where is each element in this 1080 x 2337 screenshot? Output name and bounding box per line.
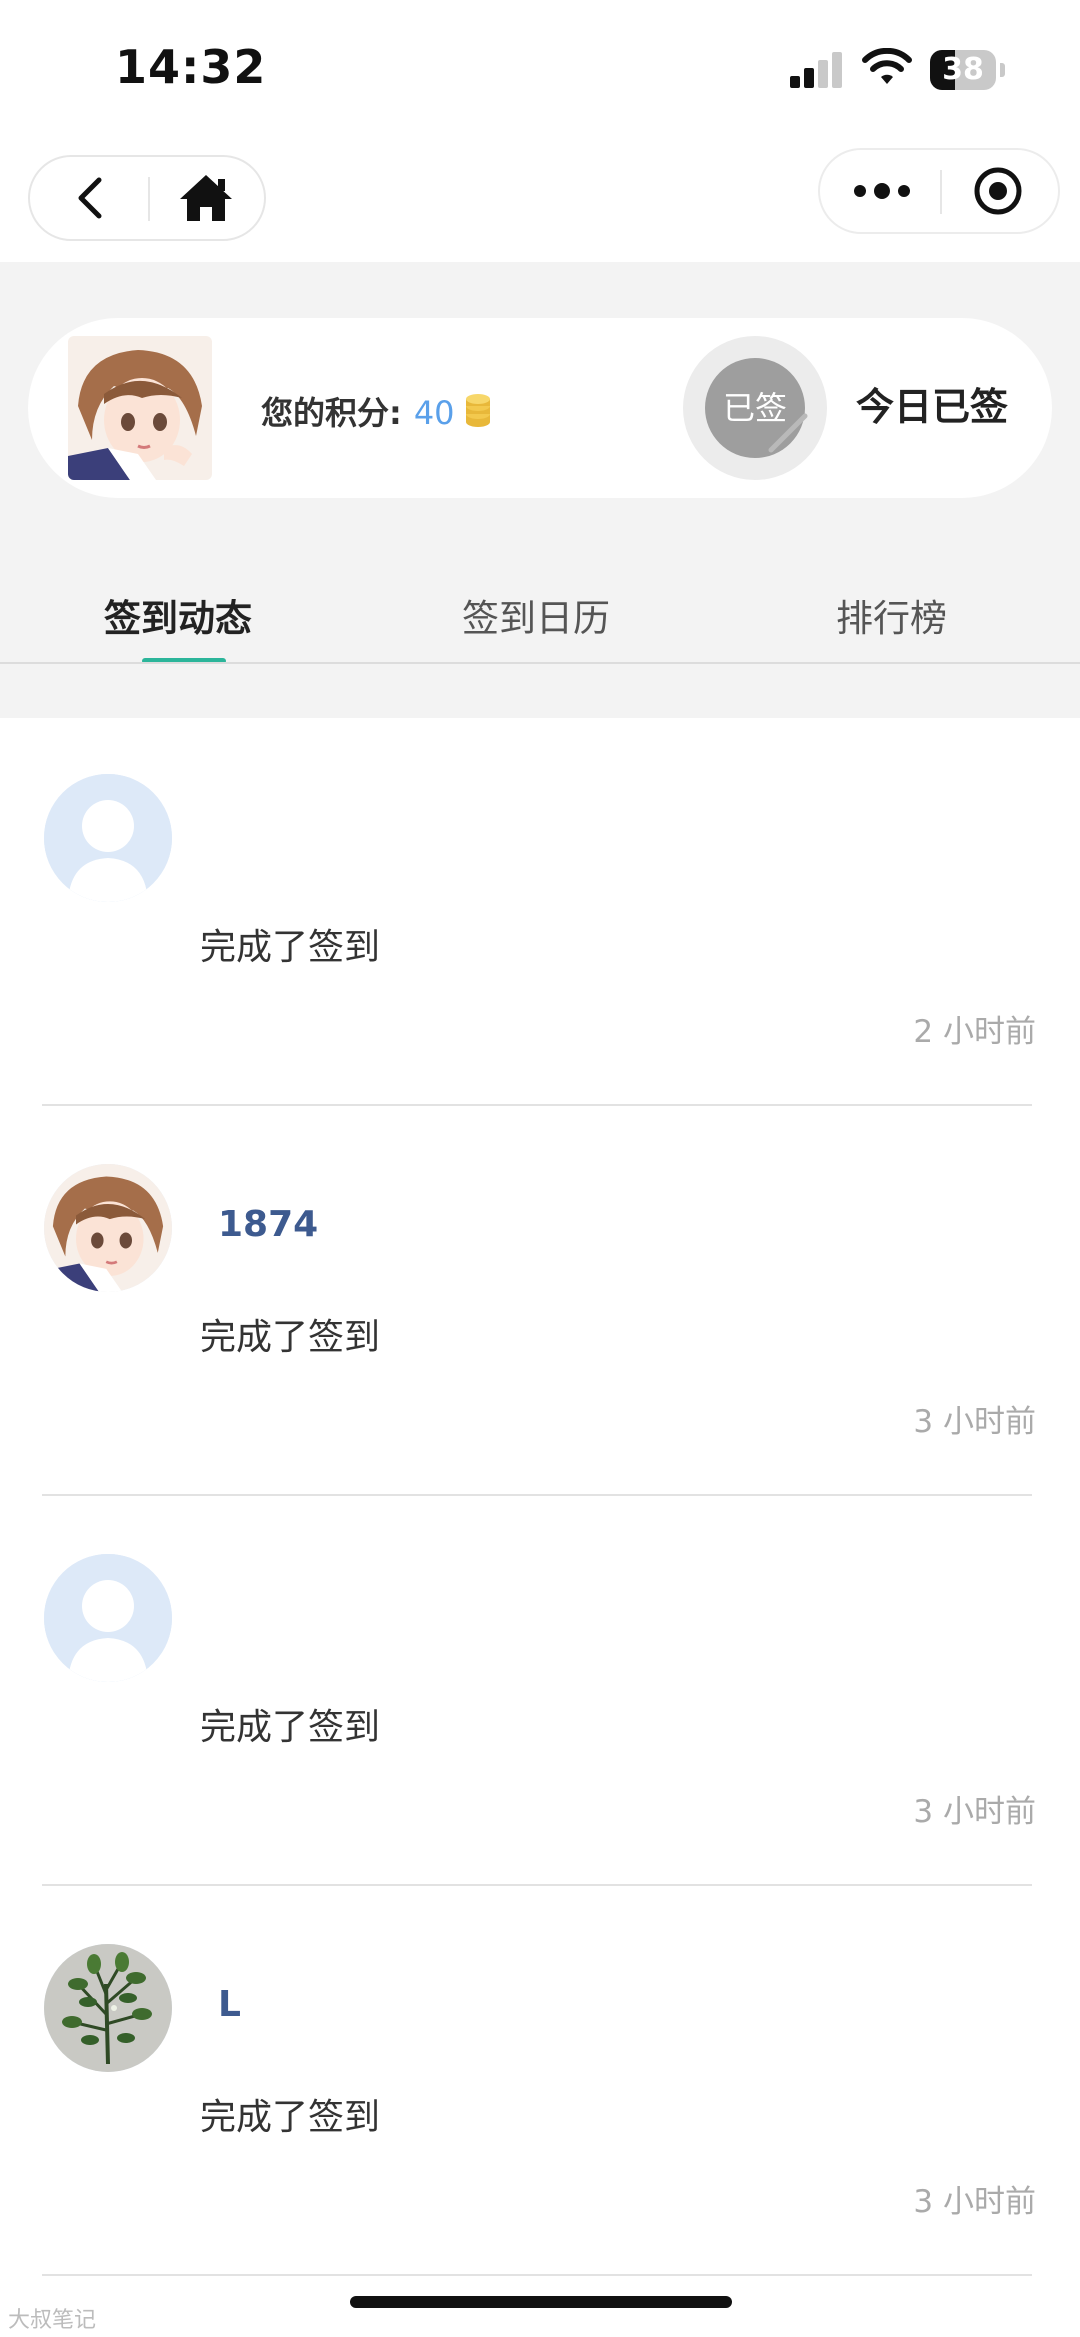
home-indicator[interactable] — [350, 2296, 732, 2308]
checkin-feed-list: 完成了签到 2 小时前 1874 完成了签到 3 小时前 完成了签到 3 小时前… — [0, 718, 1080, 2278]
home-button[interactable] — [154, 157, 258, 239]
close-miniprogram-button[interactable] — [946, 150, 1050, 232]
divider — [42, 1494, 1032, 1496]
tab-bar: 签到动态 签到日历 排行榜 — [0, 570, 1080, 664]
pen-icon — [768, 413, 808, 453]
wifi-icon — [862, 48, 912, 84]
chevron-left-icon — [78, 177, 102, 219]
list-item: 完成了签到 2 小时前 — [0, 718, 1080, 1108]
nav-capsule-right — [818, 148, 1060, 234]
points-display: 您的积分: 40 — [261, 388, 491, 436]
user-card: 您的积分: 40 已签 今日已签 — [28, 318, 1052, 498]
avatar[interactable] — [44, 774, 172, 902]
avatar[interactable] — [44, 1944, 172, 2072]
signed-status: 今日已签 — [856, 385, 1009, 429]
watermark: 大叔笔记 — [8, 2308, 97, 2333]
default-user-icon — [44, 774, 172, 902]
target-circle-icon — [974, 167, 1022, 215]
timestamp: 3 小时前 — [913, 2184, 1036, 2220]
sign-in-stamp[interactable]: 已签 — [683, 336, 827, 480]
tabs-divider — [0, 662, 1080, 664]
timestamp: 3 小时前 — [913, 1404, 1036, 1440]
signal-icon — [790, 52, 846, 88]
more-button[interactable] — [830, 150, 934, 232]
more-dots-icon — [854, 183, 910, 199]
points-value: 40 — [413, 394, 455, 432]
default-user-icon — [44, 1554, 172, 1682]
list-item: L 完成了签到 3 小时前 — [0, 1888, 1080, 2278]
coin-icon — [465, 394, 491, 436]
anime-girl-avatar-image — [68, 336, 212, 480]
back-button[interactable] — [40, 157, 140, 239]
points-label: 您的积分: — [261, 394, 402, 432]
avatar[interactable] — [68, 336, 212, 480]
timestamp: 2 小时前 — [913, 1014, 1036, 1050]
user-name[interactable]: L — [218, 1984, 241, 2025]
status-time: 14:32 — [115, 40, 267, 94]
activity-text: 完成了签到 — [200, 2097, 381, 2138]
list-item: 1874 完成了签到 3 小时前 — [0, 1108, 1080, 1498]
activity-text: 完成了签到 — [200, 1317, 381, 1358]
home-icon — [180, 175, 232, 221]
list-item: 完成了签到 3 小时前 — [0, 1498, 1080, 1888]
tab-checkin-feed[interactable]: 签到动态 — [104, 588, 252, 642]
nav-capsule-left — [28, 155, 266, 241]
user-name[interactable]: 1874 — [218, 1204, 318, 1245]
battery-level-text: 38 — [942, 52, 984, 87]
timestamp: 3 小时前 — [913, 1794, 1036, 1830]
plant-avatar-image — [44, 1944, 172, 2072]
avatar[interactable] — [44, 1554, 172, 1682]
anime-girl-avatar-image — [44, 1164, 172, 1292]
tab-checkin-calendar[interactable]: 签到日历 — [462, 588, 610, 642]
status-bar: 14:32 38 — [0, 0, 1080, 140]
avatar[interactable] — [44, 1164, 172, 1292]
divider — [42, 2274, 1032, 2276]
divider — [42, 1884, 1032, 1886]
activity-text: 完成了签到 — [200, 1707, 381, 1748]
battery-icon: 38 — [930, 50, 1005, 90]
divider — [42, 1104, 1032, 1106]
tab-leaderboard[interactable]: 排行榜 — [836, 588, 947, 642]
activity-text: 完成了签到 — [200, 927, 381, 968]
